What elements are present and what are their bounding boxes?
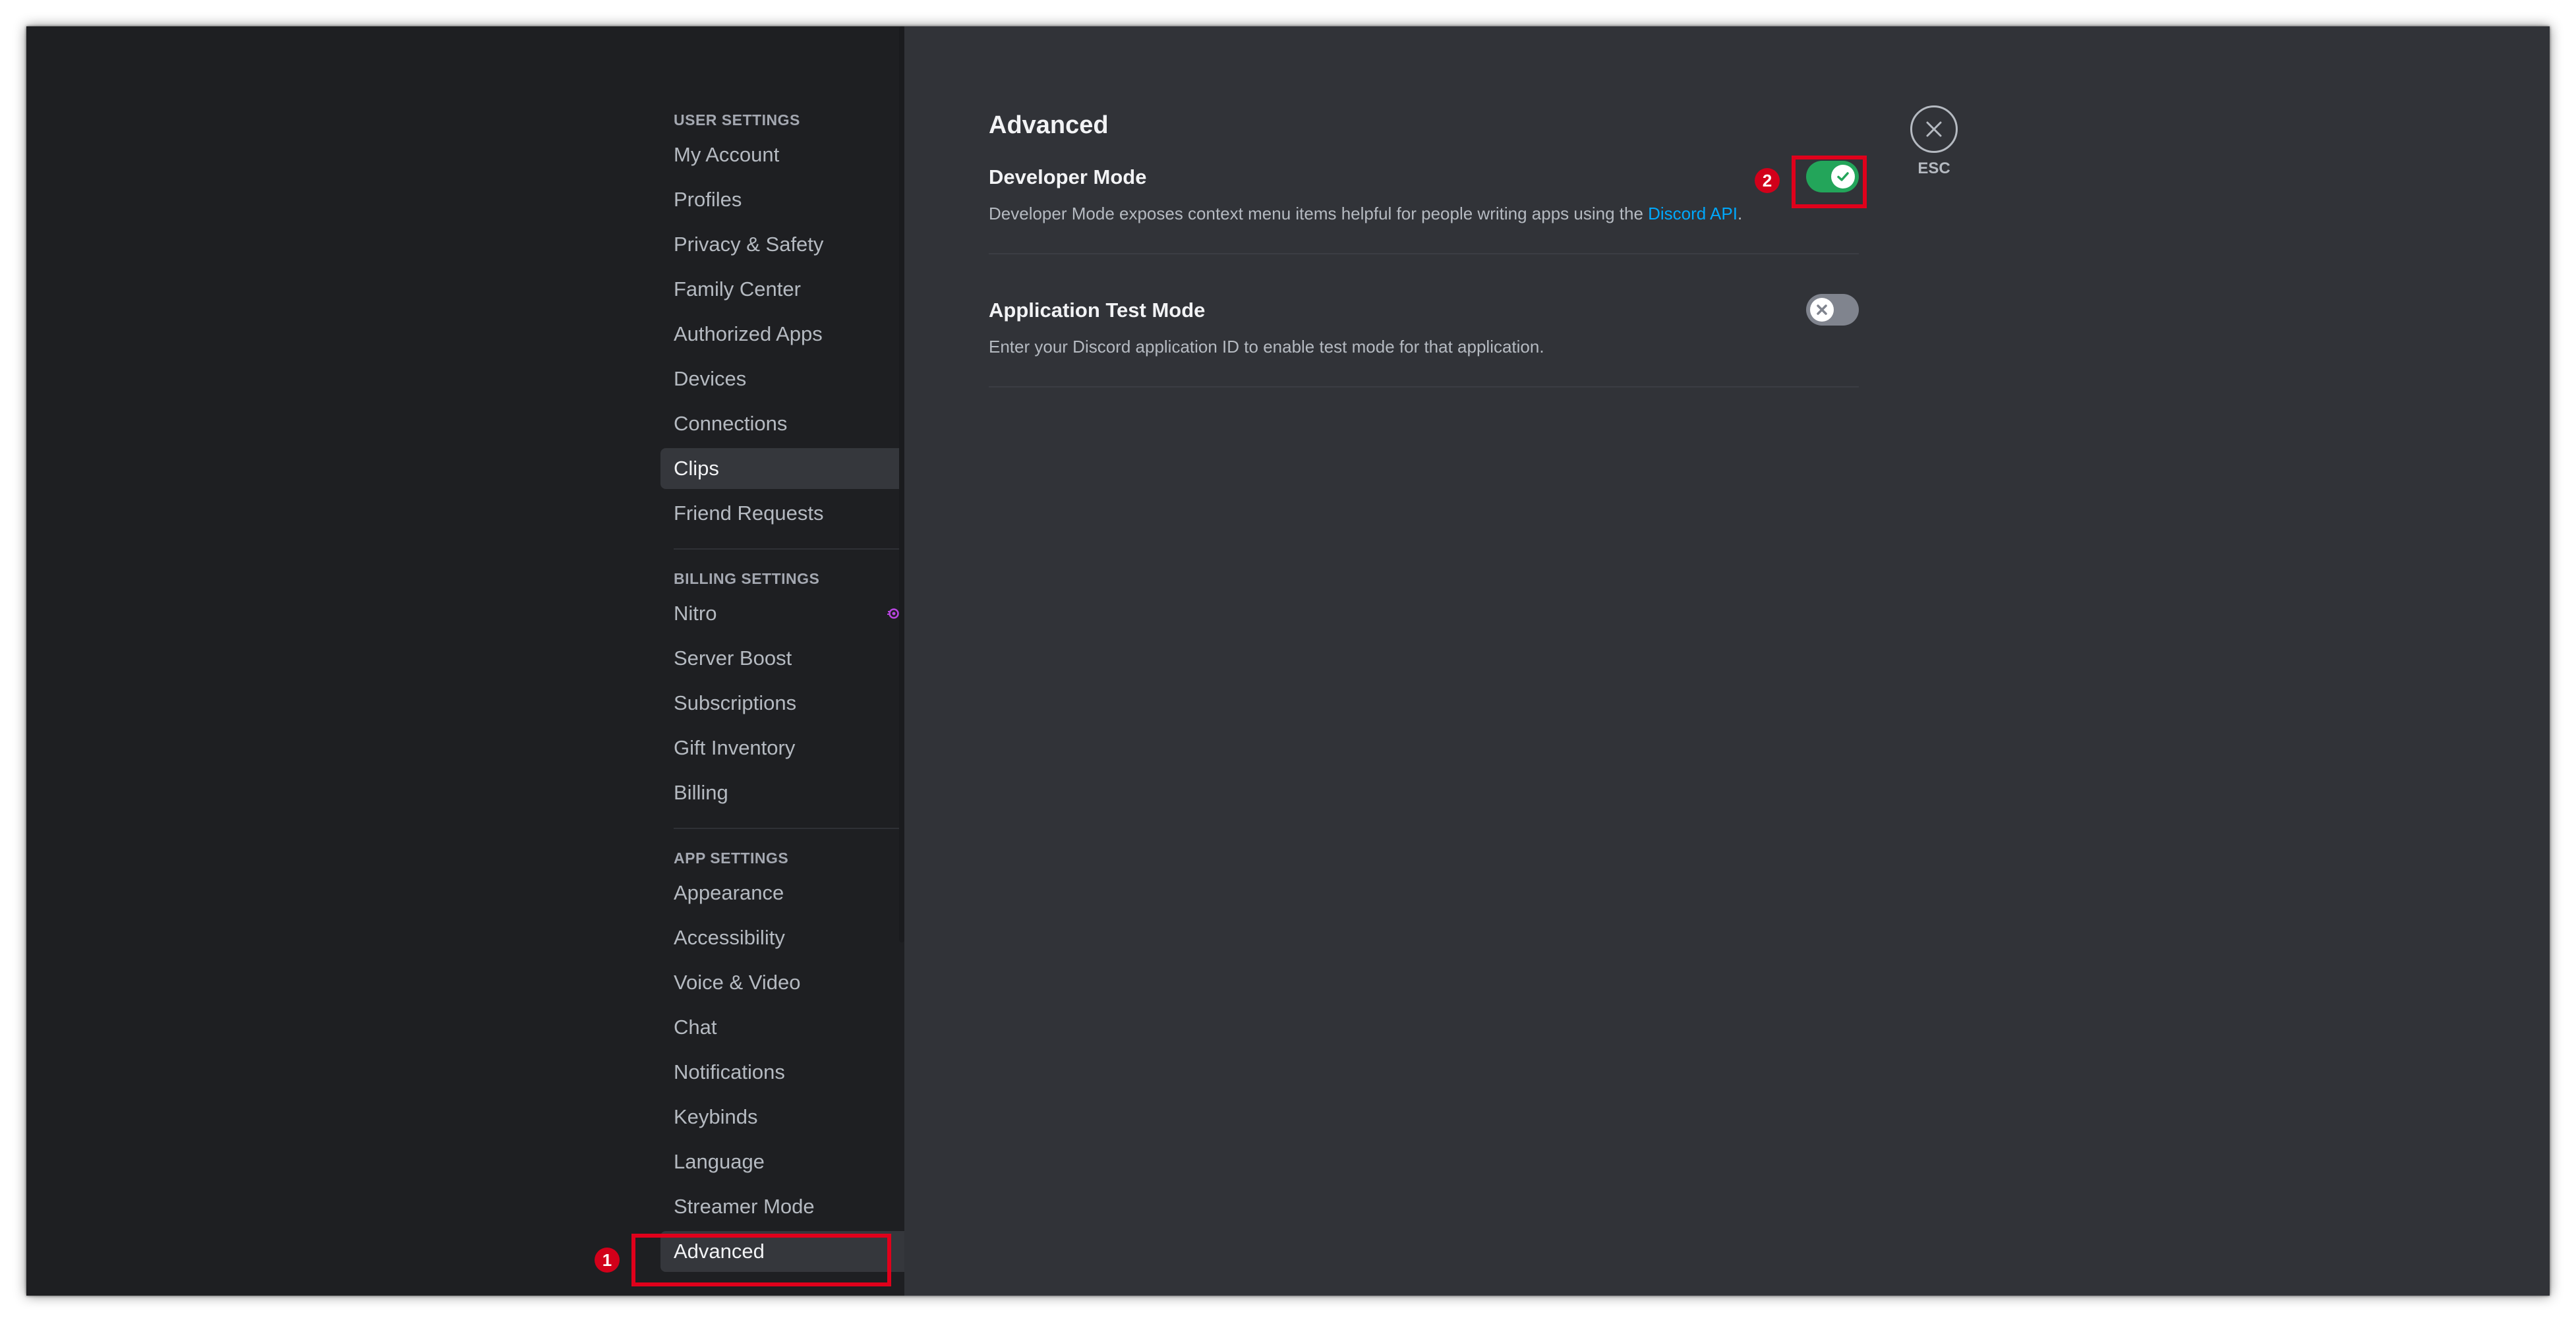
sidebar-item-gift-inventory[interactable]: Gift Inventory — [660, 728, 914, 768]
description-suffix: . — [1737, 204, 1743, 223]
sidebar-region: USER SETTINGS My Account Profiles Privac… — [26, 26, 914, 1296]
sidebar-scrollbar[interactable] — [899, 26, 904, 942]
setting-developer-mode: Developer Mode Developer Mode exposes co… — [989, 161, 1859, 254]
sidebar-item-profiles[interactable]: Profiles — [660, 179, 914, 220]
settings-window: USER SETTINGS My Account Profiles Privac… — [26, 26, 2550, 1296]
sidebar-item-connections[interactable]: Connections — [660, 403, 914, 444]
setting-title: Developer Mode — [989, 165, 1147, 188]
content-panel: Advanced Developer Mode Developer Mode e… — [904, 26, 2550, 1296]
close-icon — [1926, 121, 1942, 137]
app-settings-header: APP SETTINGS — [674, 849, 789, 867]
settings-sidebar: USER SETTINGS My Account Profiles Privac… — [634, 26, 914, 1296]
sidebar-item-subscriptions[interactable]: Subscriptions — [660, 683, 914, 724]
annotation-box-advanced — [631, 1234, 891, 1286]
toggle-knob — [1810, 298, 1834, 322]
close-area: ESC — [1904, 105, 1964, 178]
close-button[interactable] — [1910, 105, 1958, 153]
annotation-number-1: 1 — [595, 1248, 620, 1273]
annotation-box-developer-toggle — [1792, 156, 1867, 208]
sidebar-item-chat[interactable]: Chat — [660, 1007, 914, 1048]
sidebar-item-appearance[interactable]: Appearance — [660, 873, 914, 913]
sidebar-item-my-account[interactable]: My Account — [660, 134, 914, 175]
sidebar-item-nitro[interactable]: Nitro — [660, 593, 914, 634]
page-title: Advanced — [989, 111, 1109, 139]
sidebar-divider — [674, 828, 900, 829]
nitro-boost-icon — [887, 608, 899, 619]
sidebar-item-billing[interactable]: Billing — [660, 772, 914, 813]
sidebar-item-family-center[interactable]: Family Center — [660, 269, 914, 310]
sidebar-item-streamer-mode[interactable]: Streamer Mode — [660, 1186, 914, 1227]
setting-description: Developer Mode exposes context menu item… — [989, 200, 1859, 227]
sidebar-item-notifications[interactable]: Notifications — [660, 1052, 914, 1093]
annotation-number-2: 2 — [1755, 168, 1780, 193]
billing-settings-header: BILLING SETTINGS — [674, 570, 820, 587]
x-icon — [1817, 304, 1827, 315]
sidebar-item-keybinds[interactable]: Keybinds — [660, 1097, 914, 1137]
sidebar-item-friend-requests[interactable]: Friend Requests — [660, 493, 914, 534]
sidebar-divider — [674, 548, 900, 550]
sidebar-item-language[interactable]: Language — [660, 1141, 914, 1182]
sidebar-item-server-boost[interactable]: Server Boost — [660, 638, 914, 679]
setting-title: Application Test Mode — [989, 299, 1206, 322]
application-test-mode-toggle[interactable] — [1806, 294, 1859, 326]
sidebar-item-label: Nitro — [674, 602, 717, 625]
advanced-settings: Advanced Developer Mode Developer Mode e… — [989, 105, 1859, 427]
user-settings-header: USER SETTINGS — [674, 111, 800, 129]
setting-description: Enter your Discord application ID to ena… — [989, 337, 1544, 357]
sidebar-item-clips[interactable]: Clips — [660, 448, 914, 489]
setting-application-test-mode: Application Test Mode Enter your Discord… — [989, 294, 1859, 388]
sidebar-item-devices[interactable]: Devices — [660, 359, 914, 399]
sidebar-item-accessibility[interactable]: Accessibility — [660, 917, 914, 958]
discord-api-link[interactable]: Discord API — [1648, 204, 1738, 223]
esc-label: ESC — [1917, 159, 1950, 177]
sidebar-item-authorized-apps[interactable]: Authorized Apps — [660, 314, 914, 355]
sidebar-item-voice-video[interactable]: Voice & Video — [660, 962, 914, 1003]
description-text: Developer Mode exposes context menu item… — [989, 204, 1649, 223]
sidebar-item-privacy-safety[interactable]: Privacy & Safety — [660, 224, 914, 265]
